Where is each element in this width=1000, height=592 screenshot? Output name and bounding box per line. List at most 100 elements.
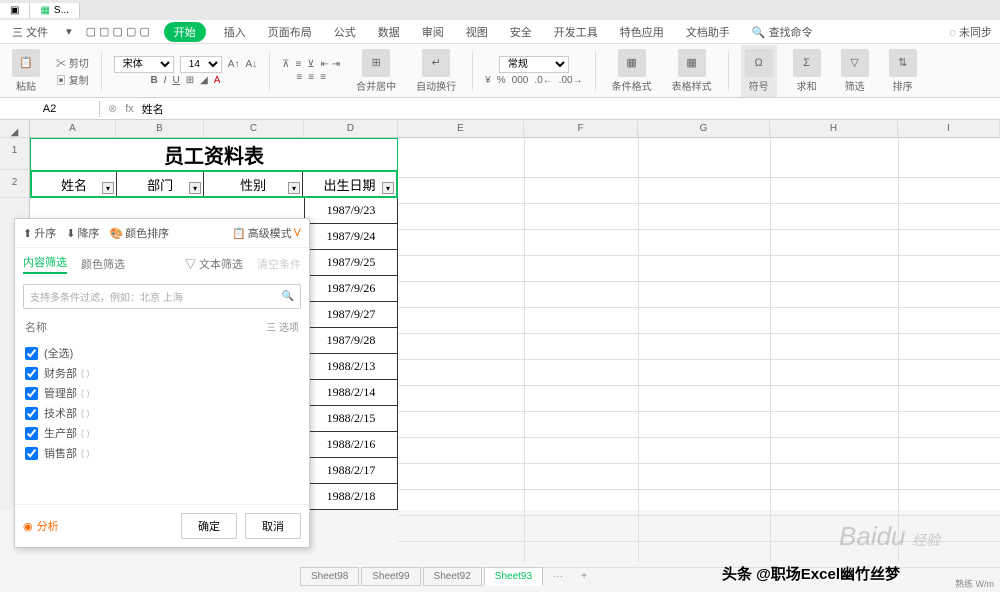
filter-item[interactable]: 财务部 ( ) [25, 363, 299, 383]
filter-item[interactable]: (全选) [25, 343, 299, 363]
bold-button[interactable]: B [150, 75, 157, 86]
sheet-add-button[interactable]: + [573, 568, 595, 585]
clear-filter-button[interactable]: 清空条件 [257, 256, 301, 272]
menu-dev[interactable]: 开发工具 [550, 22, 602, 42]
data-cell[interactable]: 1988/2/15 [304, 406, 398, 432]
comma-icon[interactable]: 000 [512, 75, 529, 86]
italic-button[interactable]: I [164, 75, 167, 86]
merge-button[interactable]: ⊞ 合并居中 [352, 47, 400, 95]
data-cell[interactable]: 1988/2/16 [304, 432, 398, 458]
menu-special[interactable]: 特色应用 [616, 22, 668, 42]
select-all-corner[interactable]: ◢ [0, 120, 29, 138]
percent-icon[interactable]: % [497, 75, 506, 86]
menu-findcmd[interactable]: 🔍 查找命令 [748, 22, 817, 42]
data-cell[interactable]: 1988/2/18 [304, 484, 398, 510]
filter-button[interactable]: ▽ 筛选 [837, 47, 873, 95]
menu-security[interactable]: 安全 [506, 22, 536, 42]
header-birthdate[interactable]: 出生日期▾ [303, 172, 396, 196]
data-cell[interactable]: 1988/2/14 [304, 380, 398, 406]
advanced-mode-button[interactable]: 📋 高级模式 V [232, 225, 301, 241]
col-header[interactable]: B [116, 120, 204, 137]
align-right-icon[interactable]: ≡ [320, 72, 326, 83]
menu-page[interactable]: 页面布局 [264, 22, 316, 42]
doc-tab-active[interactable]: ▦ S... [30, 3, 79, 18]
data-cell[interactable]: 1987/9/24 [304, 224, 398, 250]
decrease-font-icon[interactable]: A↓ [245, 59, 257, 70]
filter-dropdown-icon[interactable]: ▾ [382, 182, 394, 194]
menu-file[interactable]: 三 文件 [8, 22, 52, 42]
align-center-icon[interactable]: ≡ [308, 72, 314, 83]
data-cell[interactable]: 1987/9/25 [304, 250, 398, 276]
symbol-button[interactable]: Ω 符号 [741, 45, 777, 97]
tablestyle-button[interactable]: ▦ 表格样式 [668, 47, 716, 95]
sort-asc-button[interactable]: ⬆ 升序 [23, 225, 56, 241]
filter-checkbox[interactable] [25, 367, 38, 380]
paste-button[interactable]: 📋 粘贴 [8, 47, 44, 95]
indent-icons[interactable]: ⇤ ⇥ [321, 59, 341, 70]
filter-checkbox[interactable] [25, 407, 38, 420]
row-header[interactable]: 1 [0, 138, 29, 170]
sync-status[interactable]: ◌ 未同步 [949, 24, 992, 40]
menu-review[interactable]: 审阅 [418, 22, 448, 42]
data-cell[interactable]: 1987/9/23 [304, 198, 398, 224]
dropdown-icon[interactable]: ▾ [66, 25, 72, 38]
filter-item[interactable]: 技术部 ( ) [25, 403, 299, 423]
header-gender[interactable]: 性别▾ [204, 172, 303, 196]
cut-button[interactable]: ✂ 剪切 [56, 55, 89, 70]
fx-cancel-icon[interactable]: ⊗ [108, 102, 117, 115]
cancel-button[interactable]: 取消 [245, 513, 301, 539]
filter-checkbox[interactable] [25, 347, 38, 360]
filter-checkbox[interactable] [25, 427, 38, 440]
col-header[interactable]: D [304, 120, 398, 137]
name-box[interactable]: A2 [0, 101, 100, 117]
header-name[interactable]: 姓名▾ [32, 172, 117, 196]
font-size-select[interactable]: 14 [180, 56, 222, 73]
fill-color-button[interactable]: ◢ [200, 75, 208, 86]
menu-start[interactable]: 开始 [164, 22, 206, 42]
dec-dec-icon[interactable]: .00→ [559, 75, 583, 86]
filter-item[interactable]: 销售部 ( ) [25, 443, 299, 463]
analysis-button[interactable]: ◉ 分析 [23, 518, 59, 534]
filter-item[interactable]: 生产部 ( ) [25, 423, 299, 443]
col-header[interactable]: A [30, 120, 116, 137]
number-format-select[interactable]: 常规 [499, 56, 569, 73]
data-cell[interactable]: 1987/9/26 [304, 276, 398, 302]
align-top-icon[interactable]: ⊼ [282, 59, 289, 70]
data-cell[interactable]: 1988/2/17 [304, 458, 398, 484]
filter-tab-content[interactable]: 内容筛选 [23, 254, 67, 274]
sheet-tab[interactable]: Sheet99 [361, 567, 420, 586]
filter-dropdown-icon[interactable]: ▾ [288, 182, 300, 194]
data-cell[interactable]: 1987/9/28 [304, 328, 398, 354]
filter-dropdown-icon[interactable]: ▾ [102, 182, 114, 194]
data-cell[interactable]: 1988/2/13 [304, 354, 398, 380]
data-cell[interactable]: 1987/9/27 [304, 302, 398, 328]
sort-button[interactable]: ⇅ 排序 [885, 47, 921, 95]
doc-tab[interactable]: ▣ [0, 3, 30, 18]
underline-button[interactable]: U [172, 75, 179, 86]
sort-color-button[interactable]: 🎨 颜色排序 [109, 225, 169, 241]
menu-data[interactable]: 数据 [374, 22, 404, 42]
wrap-button[interactable]: ↵ 自动换行 [412, 47, 460, 95]
sort-desc-button[interactable]: ⬇ 降序 [66, 225, 99, 241]
filter-checkbox[interactable] [25, 387, 38, 400]
font-name-select[interactable]: 宋体 [114, 56, 174, 73]
condfmt-button[interactable]: ▦ 条件格式 [608, 47, 656, 95]
font-color-button[interactable]: A [214, 75, 221, 86]
filter-item[interactable]: 管理部 ( ) [25, 383, 299, 403]
filter-search-input[interactable]: 支持多条件过滤，例如：北京 上海 🔍 [23, 284, 301, 309]
sum-button[interactable]: Σ 求和 [789, 47, 825, 95]
border-button[interactable]: ⊞ [186, 75, 194, 86]
text-filter-button[interactable]: ▽ 文本筛选 [185, 256, 243, 272]
filter-tab-color[interactable]: 颜色筛选 [81, 256, 125, 272]
table-title[interactable]: 员工资料表 [30, 138, 398, 170]
filter-checkbox[interactable] [25, 447, 38, 460]
sheet-tab[interactable]: Sheet98 [300, 567, 359, 586]
col-header[interactable]: C [204, 120, 304, 137]
fx-label[interactable]: fx [125, 103, 134, 115]
dec-inc-icon[interactable]: .0← [534, 75, 552, 86]
filter-dropdown-icon[interactable]: ▾ [189, 182, 201, 194]
increase-font-icon[interactable]: A↑ [228, 59, 240, 70]
sheet-tab[interactable]: Sheet93 [484, 567, 543, 586]
toolbar-icons[interactable]: ▢ ▢ ▢ ▢ ▢ [86, 25, 150, 38]
align-left-icon[interactable]: ≡ [296, 72, 302, 83]
